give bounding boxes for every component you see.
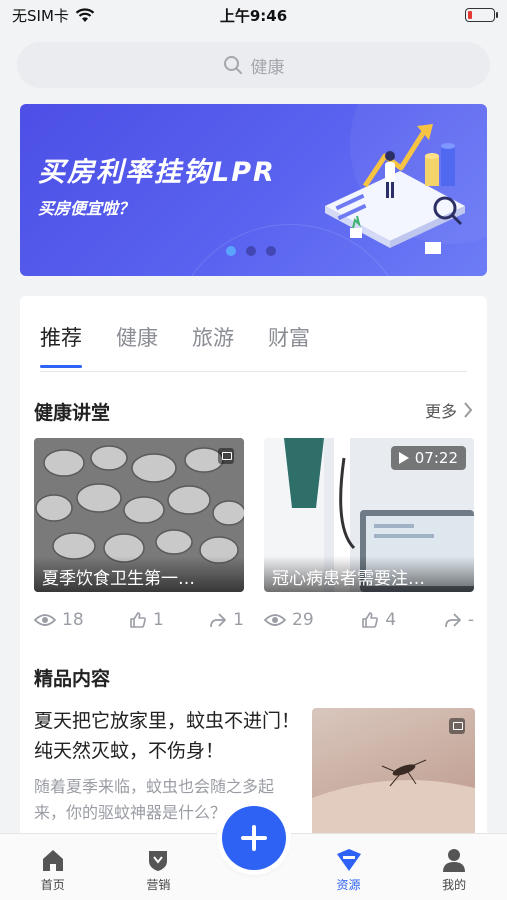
shares-stat[interactable]: - <box>444 610 474 630</box>
promo-banner[interactable]: 买房利率挂钩LPR 买房便宜啦？ <box>20 104 487 276</box>
views-stat: 29 <box>264 610 314 630</box>
card-stats: 29 4 - <box>264 610 474 630</box>
search-bar[interactable]: 健康 <box>17 42 490 88</box>
chevron-right-icon <box>464 402 473 418</box>
carrier-label: 无SIM卡 <box>12 6 69 25</box>
status-left: 无SIM卡 <box>12 5 95 26</box>
tabs-divider <box>40 371 467 372</box>
likes-count: 1 <box>152 610 164 630</box>
nav-item-profile[interactable]: 我的 <box>401 834 507 900</box>
user-icon <box>443 849 466 872</box>
shares-count: - <box>467 610 474 630</box>
likes-stat[interactable]: 1 <box>129 610 164 630</box>
banner-title: 买房利率挂钩LPR <box>38 157 276 188</box>
plus-icon <box>241 825 267 851</box>
shares-stat[interactable]: 1 <box>209 610 244 630</box>
image-icon <box>449 718 465 734</box>
card-caption: 冠心病患者需要注… <box>264 556 474 592</box>
share-icon <box>444 613 461 628</box>
nav-item-resources[interactable]: 资源 <box>296 834 402 900</box>
likes-count: 4 <box>385 610 397 630</box>
status-bar: 无SIM卡 上午9:46 <box>0 0 507 30</box>
tab-recommended[interactable]: 推荐 <box>40 322 82 368</box>
shield-icon <box>149 851 168 871</box>
tab-travel[interactable]: 旅游 <box>192 322 234 368</box>
nav-item-marketing[interactable]: 营销 <box>106 834 212 900</box>
banner-page-indicator <box>226 246 276 256</box>
add-button[interactable] <box>222 806 286 870</box>
views-count: 18 <box>62 610 84 630</box>
lecture-section-title: 健康讲堂 <box>34 402 111 424</box>
nav-label: 我的 <box>442 878 467 892</box>
eye-icon <box>34 614 56 626</box>
likes-stat[interactable]: 4 <box>361 610 396 630</box>
shares-count: 1 <box>233 610 244 630</box>
page-dot[interactable] <box>226 246 236 256</box>
image-icon <box>218 448 234 464</box>
nav-label: 首页 <box>40 878 65 892</box>
nav-label: 营销 <box>146 878 171 892</box>
page-dot[interactable] <box>246 246 256 256</box>
nav-label: 资源 <box>336 878 361 892</box>
more-label: 更多 <box>424 402 457 421</box>
lecture-card[interactable]: 夏季饮食卫生第一… <box>34 438 244 592</box>
content-panel: 推荐 健康 旅游 财富 健康讲堂 更多 夏季饮食卫生第一… 07:22 冠心病患… <box>20 296 487 856</box>
battery-icon <box>465 8 498 22</box>
share-icon <box>210 613 227 628</box>
more-link[interactable]: 更多 <box>425 398 473 422</box>
thumbs-up-icon <box>362 612 379 628</box>
thumbs-up-icon <box>130 612 146 628</box>
video-duration: 07:22 <box>390 446 466 470</box>
nav-item-home[interactable]: 首页 <box>0 834 106 900</box>
article-thumbnail[interactable] <box>312 708 475 848</box>
tab-health[interactable]: 健康 <box>116 322 158 368</box>
duration-label: 07:22 <box>414 449 458 467</box>
views-stat: 18 <box>34 610 84 630</box>
home-icon <box>42 850 63 871</box>
status-time: 上午9:46 <box>219 6 288 25</box>
search-placeholder: 健康 <box>250 57 285 78</box>
page-dot[interactable] <box>266 246 276 256</box>
search-icon <box>223 56 242 74</box>
eye-icon <box>264 614 286 626</box>
play-icon <box>398 452 409 464</box>
banner-subtitle: 买房便宜啦？ <box>38 199 135 218</box>
card-stats: 18 1 1 <box>34 610 244 630</box>
featured-section-title: 精品内容 <box>34 668 111 690</box>
views-count: 29 <box>292 610 314 630</box>
tab-wealth[interactable]: 财富 <box>268 322 310 368</box>
category-tabs: 推荐 健康 旅游 财富 <box>40 322 310 368</box>
wifi-icon <box>75 7 95 22</box>
card-caption: 夏季饮食卫生第一… <box>34 556 244 592</box>
article-title[interactable]: 夏天把它放家里，蚊虫不进门！纯天然灭蚊，不伤身！ <box>34 706 304 766</box>
banner-illustration <box>325 124 465 254</box>
resource-icon <box>336 849 361 871</box>
lecture-card[interactable]: 07:22 冠心病患者需要注… <box>264 438 474 592</box>
